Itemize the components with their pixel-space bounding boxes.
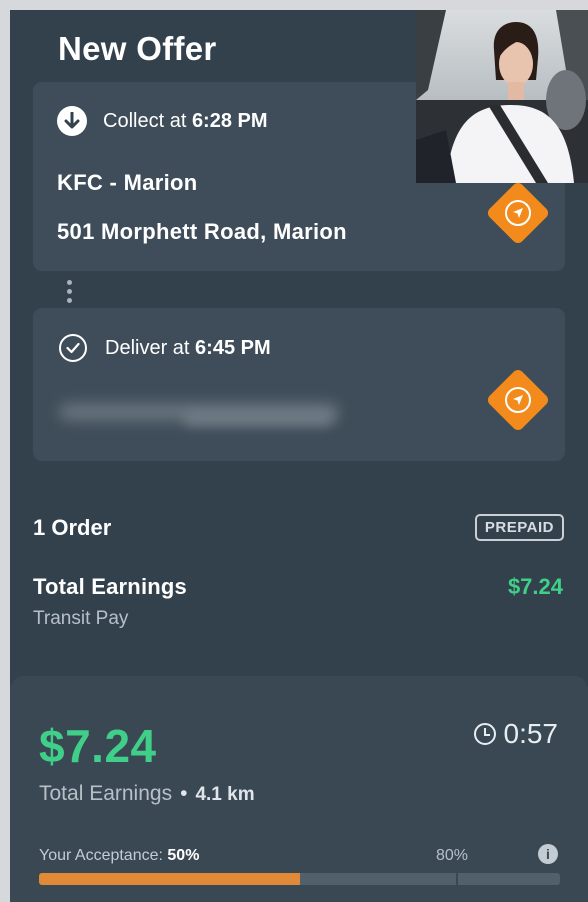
- info-icon[interactable]: i: [538, 844, 558, 864]
- acceptance-progress-fill: [39, 873, 300, 885]
- pickup-navigate-button[interactable]: [485, 180, 551, 246]
- total-earnings-label: Total Earnings: [33, 574, 187, 599]
- summary-subtitle: Total Earnings • 4.1 km: [39, 782, 255, 806]
- acceptance-progress-bar: [39, 873, 560, 885]
- summary-earnings-label: Total Earnings: [39, 782, 173, 805]
- pickup-address: 501 Morphett Road, Marion: [57, 219, 347, 244]
- deliver-row: Deliver at 6:45 PM: [57, 334, 271, 362]
- dropoff-navigate-button[interactable]: [485, 367, 551, 433]
- webcam-overlay: [416, 10, 588, 183]
- route-connector-dots: [67, 280, 72, 303]
- trip-distance: 4.1 km: [195, 784, 255, 805]
- clock-icon: [473, 723, 496, 745]
- collect-row: Collect at 6:28 PM: [57, 106, 268, 136]
- prepaid-badge: PREPAID: [474, 514, 564, 541]
- pay-type: Transit Pay: [33, 608, 129, 629]
- offer-timer: 0:57: [473, 718, 559, 750]
- blurred-delivery-address-detail: [183, 412, 333, 426]
- offer-amount: $7.24: [39, 720, 157, 772]
- order-count: 1 Order: [33, 515, 112, 540]
- acceptance-value: 50%: [167, 847, 200, 864]
- separator-dot: •: [180, 782, 188, 805]
- store-name: KFC - Marion: [57, 170, 198, 195]
- deliver-time: 6:45 PM: [195, 336, 271, 359]
- deliver-label: Deliver at: [105, 336, 190, 359]
- timer-value: 0:57: [503, 718, 559, 749]
- page-title: New Offer: [58, 30, 217, 67]
- collect-time: 6:28 PM: [191, 109, 268, 132]
- acceptance-rate: Your Acceptance: 50%: [39, 847, 199, 865]
- offer-summary-sheet[interactable]: $7.24 0:57 Total Earnings • 4.1 km Your …: [10, 676, 588, 902]
- arrow-down-circle-icon: [57, 106, 87, 136]
- check-circle-icon: [59, 334, 87, 362]
- total-earnings-value: $7.24: [507, 574, 563, 599]
- acceptance-label: Your Acceptance:: [39, 847, 163, 864]
- acceptance-target-marker: [455, 873, 458, 885]
- collect-label: Collect at: [103, 109, 187, 132]
- dropoff-card[interactable]: Deliver at 6:45 PM: [33, 308, 565, 461]
- acceptance-target: 80%: [436, 847, 469, 864]
- navigation-icon: [505, 387, 531, 413]
- navigation-icon: [505, 200, 531, 226]
